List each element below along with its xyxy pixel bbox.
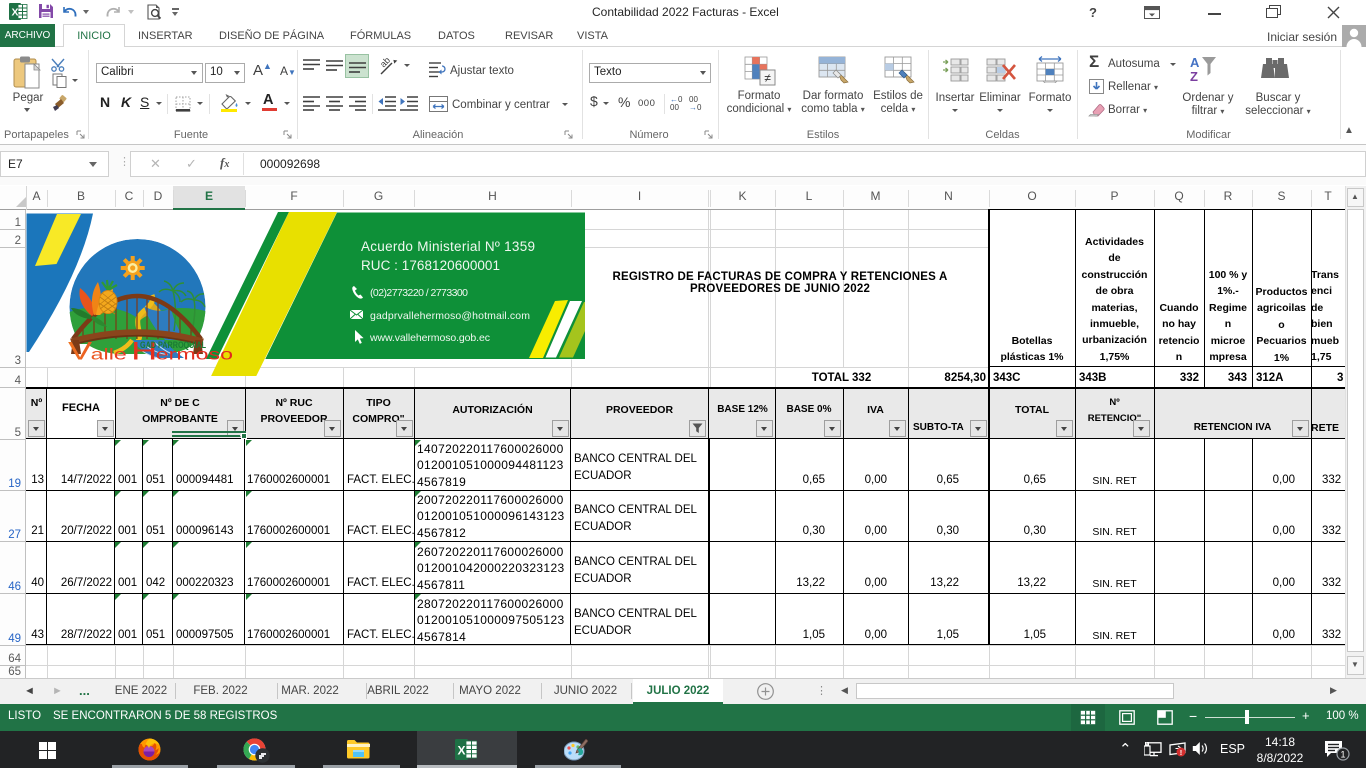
svg-text:X: X <box>457 744 465 758</box>
svg-text:X: X <box>11 7 18 19</box>
svg-text:Z: Z <box>1190 69 1198 84</box>
svg-text:www.vallehermoso.gob.ec: www.vallehermoso.gob.ec <box>369 332 490 344</box>
svg-text:Acuerdo Ministerial Nº 1359: Acuerdo Ministerial Nº 1359 <box>361 239 535 254</box>
svg-text:GAD PARROQUIAL: GAD PARROQUIAL <box>140 340 206 350</box>
svg-text:A: A <box>1190 55 1200 70</box>
svg-text:≠: ≠ <box>764 71 771 85</box>
svg-text:1: 1 <box>1340 750 1345 760</box>
svg-text:ab: ab <box>379 56 392 69</box>
svg-text:!: ! <box>1180 748 1183 757</box>
svg-text:(02)2773220 / 2773300: (02)2773220 / 2773300 <box>370 287 468 299</box>
svg-text:gadprvallehermoso@hotmail.com: gadprvallehermoso@hotmail.com <box>370 310 530 322</box>
svg-text:RUC : 1768120600001: RUC : 1768120600001 <box>361 258 500 273</box>
